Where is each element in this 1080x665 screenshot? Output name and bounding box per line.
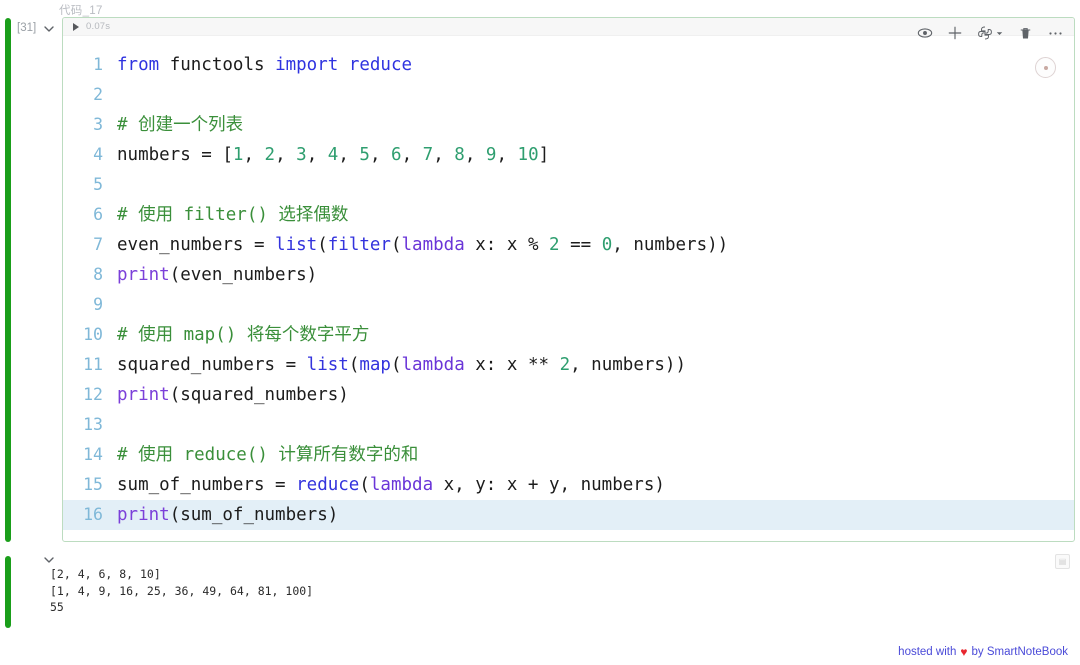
code-line-source: # 使用 filter() 选择偶数	[117, 205, 349, 225]
line-number: 16	[83, 505, 103, 524]
code-line[interactable]: 6 # 使用 filter() 选择偶数	[63, 200, 1074, 230]
collapse-input-chevron-icon[interactable]	[42, 22, 56, 36]
chevron-down-icon	[996, 31, 1003, 35]
line-number: 10	[83, 325, 103, 344]
code-line[interactable]: 7 even_numbers = list(filter(lambda x: x …	[63, 230, 1074, 260]
kernel-status-icon[interactable]	[1035, 57, 1056, 78]
code-line[interactable]: 2	[63, 80, 1074, 110]
line-number: 9	[93, 295, 103, 314]
collapse-output-chevron-icon[interactable]	[42, 553, 56, 567]
code-line[interactable]: 11 squared_numbers = list(map(lambda x: x…	[63, 350, 1074, 380]
code-line-source: # 使用 map() 将每个数字平方	[117, 325, 370, 345]
python-kernel-icon[interactable]	[977, 25, 1004, 41]
footer-prefix: hosted with	[898, 646, 957, 658]
run-cell-play-icon[interactable]	[73, 22, 79, 31]
code-line[interactable]: 12 print(squared_numbers)	[63, 380, 1074, 410]
output-stdout: [2, 4, 6, 8, 10] [1, 4, 9, 16, 25, 36, 4…	[50, 567, 314, 614]
code-line-source: print(even_numbers)	[117, 265, 318, 285]
line-number: 5	[93, 175, 103, 194]
code-line-source: # 创建一个列表	[117, 115, 244, 135]
line-number: 4	[93, 145, 103, 164]
line-number: 12	[83, 385, 103, 404]
code-line-source: # 使用 reduce() 计算所有数字的和	[117, 445, 419, 465]
code-line[interactable]: 10 # 使用 map() 将每个数字平方	[63, 320, 1074, 350]
eye-icon[interactable]	[917, 25, 933, 41]
code-line-source: print(sum_of_numbers)	[117, 505, 339, 525]
code-line[interactable]: 15 sum_of_numbers = reduce(lambda x, y: x…	[63, 470, 1074, 500]
code-line[interactable]: 4 numbers = [1, 2, 3, 4, 5, 6, 7, 8, 9, 1…	[63, 140, 1074, 170]
code-line-source: squared_numbers = list(map(lambda x: x *…	[117, 355, 687, 375]
cell-run-indicator-input	[5, 18, 11, 542]
cell-toolbar	[917, 25, 1064, 41]
line-number: 1	[93, 55, 103, 74]
code-line[interactable]: 8 print(even_numbers)	[63, 260, 1074, 290]
code-line[interactable]: 14 # 使用 reduce() 计算所有数字的和	[63, 440, 1074, 470]
code-line[interactable]: 16 print(sum_of_numbers)	[63, 500, 1074, 530]
ellipsis-icon[interactable]	[1047, 26, 1064, 41]
line-number: 3	[93, 115, 103, 134]
line-number: 15	[83, 475, 103, 494]
code-line[interactable]: 3 # 创建一个列表	[63, 110, 1074, 140]
line-number: 7	[93, 235, 103, 254]
line-number: 11	[83, 355, 103, 374]
code-line-source: numbers = [1, 2, 3, 4, 5, 6, 7, 8, 9, 10…	[117, 145, 550, 165]
plus-icon[interactable]	[947, 25, 963, 41]
cell-label: 代码_17	[59, 5, 103, 17]
code-line[interactable]: 13	[63, 410, 1074, 440]
footer-suffix: by SmartNoteBook	[971, 646, 1068, 658]
heart-icon: ♥	[960, 645, 968, 659]
line-number: 2	[93, 85, 103, 104]
line-number: 8	[93, 265, 103, 284]
code-line[interactable]: 1 from functools import reduce	[63, 50, 1074, 80]
code-line-source: from functools import reduce	[117, 55, 413, 75]
output-cell: ▤ [2, 4, 6, 8, 10] [1, 4, 9, 16, 25, 36,…	[30, 554, 1075, 628]
line-number: 13	[83, 415, 103, 434]
line-number: 14	[83, 445, 103, 464]
code-line[interactable]: 9	[63, 290, 1074, 320]
line-number: 6	[93, 205, 103, 224]
cell-run-indicator-output	[5, 556, 11, 628]
code-line-source: sum_of_numbers = reduce(lambda x, y: x +…	[117, 475, 665, 495]
execution-time: 0.07s	[86, 21, 111, 32]
footer-branding: hosted with ♥ by SmartNoteBook	[898, 645, 1068, 659]
code-editor[interactable]: 1 from functools import reduce 2 3 # 创建一个列表 4…	[63, 36, 1074, 530]
code-line-source: even_numbers = list(filter(lambda x: x %…	[117, 235, 729, 255]
code-line-source: print(squared_numbers)	[117, 385, 349, 405]
code-cell[interactable]: 0.07s 1 from functools import reduce 2 3 # 创…	[62, 17, 1075, 542]
output-settings-icon[interactable]: ▤	[1055, 554, 1070, 569]
execution-count: [31]	[17, 22, 37, 34]
code-line[interactable]: 5	[63, 170, 1074, 200]
trash-icon[interactable]	[1018, 26, 1033, 41]
